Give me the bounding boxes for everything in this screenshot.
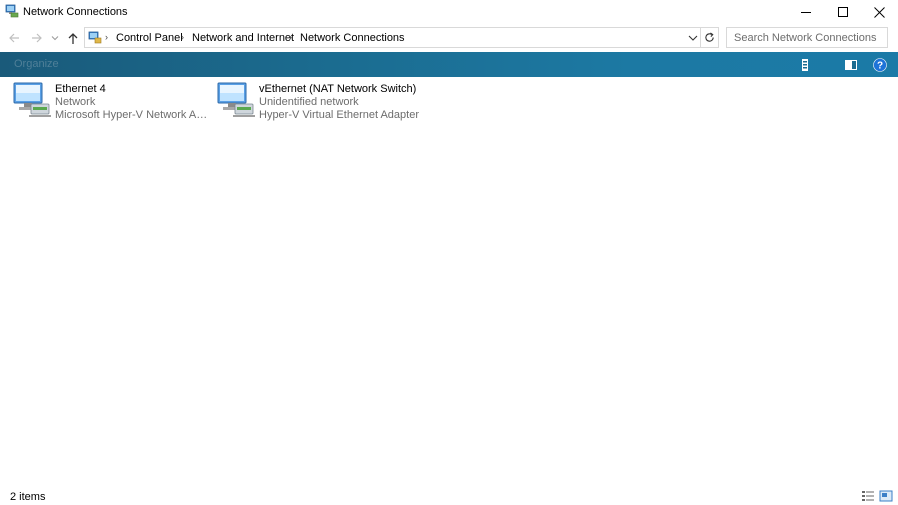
minimize-icon: [800, 12, 811, 13]
back-arrow-icon: [9, 33, 19, 43]
large-icons-view-icon: [879, 490, 893, 502]
back-button[interactable]: [6, 30, 22, 46]
refresh-icon: [705, 32, 714, 42]
control-panel-icon: [88, 30, 102, 44]
breadcrumb-separator-icon[interactable]: ›: [181, 32, 184, 42]
preview-pane-icon: [845, 60, 857, 70]
network-adapter-icon: [217, 82, 257, 120]
address-dropdown-button[interactable]: [687, 32, 699, 44]
preview-pane-button[interactable]: [843, 57, 859, 73]
view-options-icon: [802, 59, 808, 71]
large-icons-view-button[interactable]: [879, 489, 893, 503]
details-view-button[interactable]: [861, 489, 875, 503]
up-button[interactable]: [65, 30, 81, 46]
network-adapter-icon: [13, 82, 53, 120]
address-bar[interactable]: › Control Panel › Network and Internet ›…: [84, 27, 701, 48]
connection-name: Ethernet 4: [55, 83, 106, 95]
change-view-button[interactable]: [797, 57, 813, 73]
close-button[interactable]: [861, 0, 898, 24]
breadcrumb-network-and-internet[interactable]: Network and Internet: [192, 32, 294, 44]
breadcrumb-control-panel[interactable]: Control Panel: [116, 32, 183, 44]
help-icon: ?: [873, 58, 887, 72]
connection-adapter: Microsoft Hyper-V Network Adap...: [55, 109, 213, 121]
connection-item-ethernet-4[interactable]: Ethernet 4 Network Microsoft Hyper-V Net…: [13, 82, 213, 124]
forward-arrow-icon: [32, 33, 42, 43]
navigation-row: › Control Panel › Network and Internet ›…: [0, 26, 898, 50]
item-count: 2 items: [10, 491, 46, 503]
chevron-down-icon: [688, 35, 698, 41]
connection-status: Network: [55, 96, 96, 108]
connection-status: Unidentified network: [259, 96, 359, 108]
search-input[interactable]: Search Network Connections: [726, 27, 888, 48]
forward-button[interactable]: [29, 30, 45, 46]
breadcrumb-separator-icon[interactable]: ›: [105, 32, 108, 42]
organize-button[interactable]: Organize: [14, 58, 59, 70]
maximize-icon: [837, 7, 848, 17]
maximize-button[interactable]: [824, 0, 861, 24]
network-connections-icon: [5, 4, 19, 18]
recent-locations-button[interactable]: [49, 30, 61, 46]
connection-item-vethernet[interactable]: vEthernet (NAT Network Switch) Unidentif…: [217, 82, 419, 124]
refresh-button[interactable]: [701, 27, 719, 48]
chevron-down-icon: [51, 36, 59, 41]
help-button[interactable]: ?: [872, 57, 888, 73]
connection-adapter: Hyper-V Virtual Ethernet Adapter: [259, 109, 419, 121]
status-bar: 2 items: [0, 486, 898, 505]
title-bar: Network Connections: [0, 0, 898, 24]
details-view-icon: [862, 491, 874, 501]
svg-text:?: ?: [877, 61, 883, 72]
minimize-button[interactable]: [787, 0, 824, 24]
breadcrumb-separator-icon[interactable]: ›: [289, 32, 292, 42]
window-title: Network Connections: [23, 6, 128, 18]
close-icon: [874, 6, 885, 18]
command-bar: Organize ?: [0, 52, 898, 77]
connection-name: vEthernet (NAT Network Switch): [259, 83, 417, 95]
up-arrow-icon: [68, 32, 78, 44]
breadcrumb-network-connections[interactable]: Network Connections: [300, 32, 405, 44]
